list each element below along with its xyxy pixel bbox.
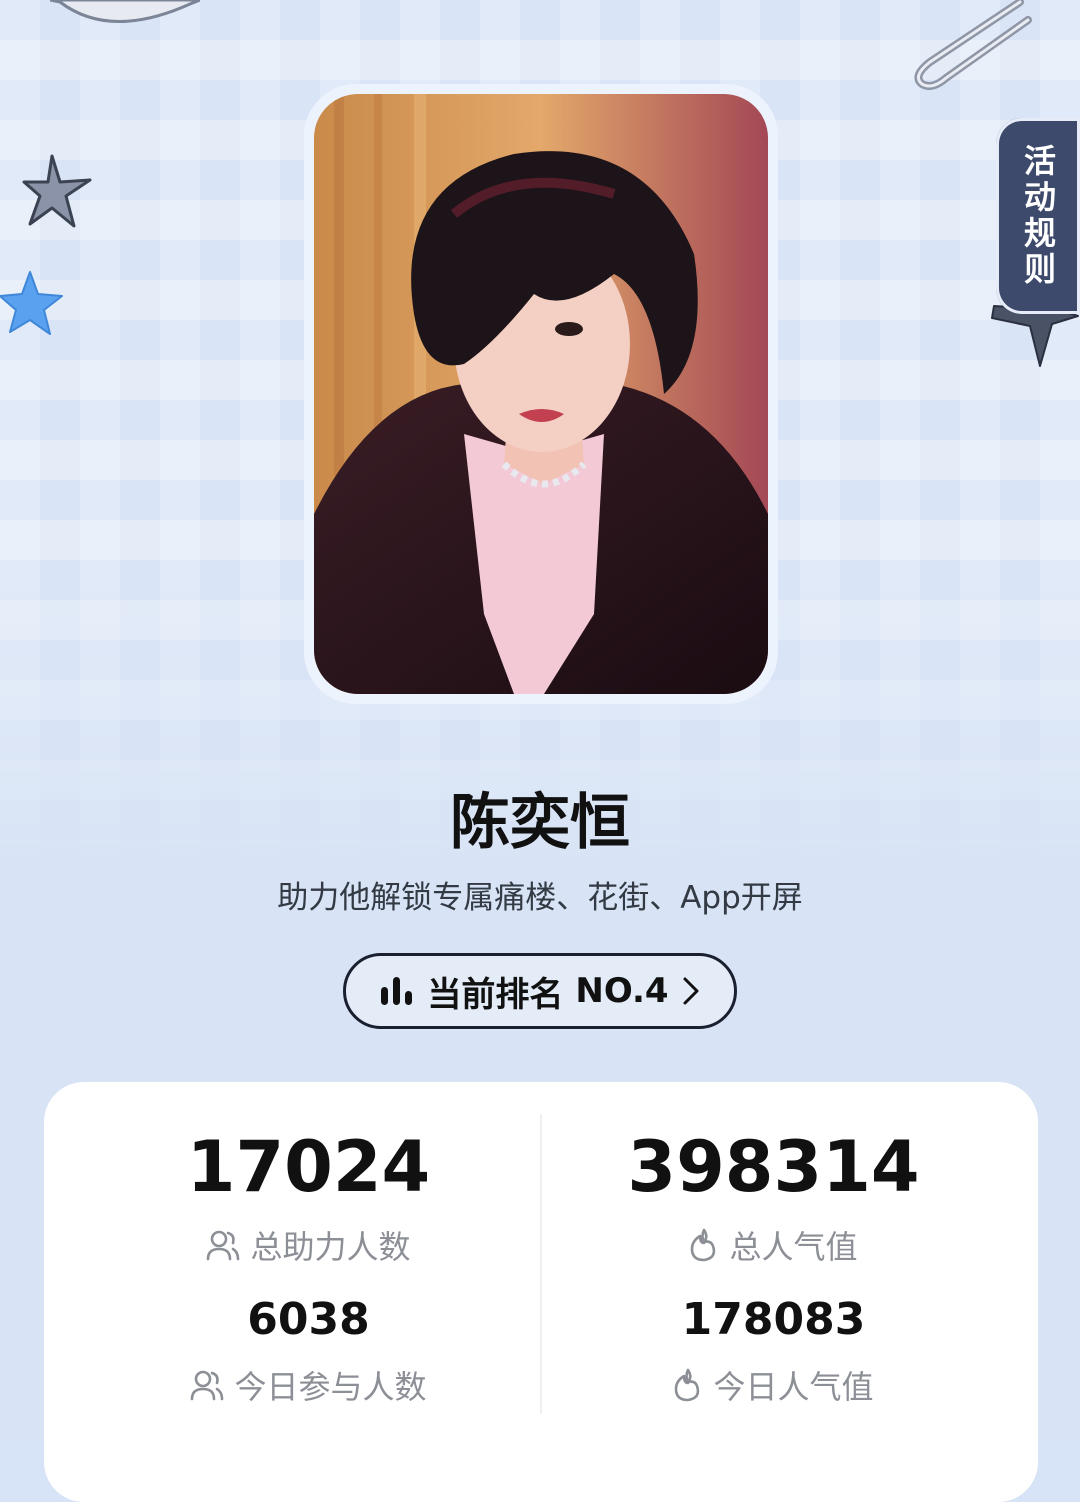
total-popularity-label-row: 总人气值: [525, 1222, 1022, 1268]
sketch-star-sticker: [22, 154, 92, 228]
profile-subtitle: 助力他解锁专属痛楼、花街、App开屏: [277, 880, 803, 916]
silver-clip-sticker: [50, 0, 200, 23]
stats-card: 17024 总助力人数 398314 总人气值 6038 今日参与人数 1780…: [44, 1082, 1038, 1502]
today-participants-value: 6038: [247, 1294, 370, 1345]
activity-rules-button[interactable]: 活动规则: [996, 118, 1080, 314]
profile-photo-frame: [304, 84, 778, 704]
total-popularity-value: 398314: [627, 1126, 920, 1208]
paperclip-sticker: [914, 0, 1032, 90]
rank-label: 当前排名: [427, 974, 564, 1015]
rank-value: NO.4: [575, 971, 669, 1011]
profile-photo: [314, 94, 768, 694]
chevron-right-icon: [683, 977, 699, 1005]
today-popularity-label-row: 今日人气值: [525, 1362, 1022, 1408]
users-icon: [191, 1370, 224, 1401]
users-icon: [207, 1230, 240, 1261]
today-participants-label: 今日参与人数: [234, 1368, 427, 1406]
today-popularity-value: 178083: [681, 1294, 866, 1345]
activity-rules-label: 活动规则: [1019, 144, 1057, 288]
blue-star-sticker: [0, 271, 63, 335]
flame-icon: [675, 1368, 700, 1402]
today-participants-label-row: 今日参与人数: [60, 1362, 557, 1408]
total-supporters-label-row: 总助力人数: [60, 1222, 557, 1268]
today-popularity-label: 今日人气值: [713, 1368, 874, 1406]
bar-chart-icon: [381, 977, 413, 1005]
profile-name: 陈奕恒: [450, 788, 630, 858]
total-supporters-value: 17024: [186, 1126, 431, 1208]
total-popularity-label: 总人气值: [729, 1228, 858, 1266]
flame-icon: [691, 1228, 716, 1262]
current-rank-button[interactable]: 当前排名 NO.4: [343, 953, 737, 1029]
total-supporters-label: 总助力人数: [250, 1228, 411, 1266]
